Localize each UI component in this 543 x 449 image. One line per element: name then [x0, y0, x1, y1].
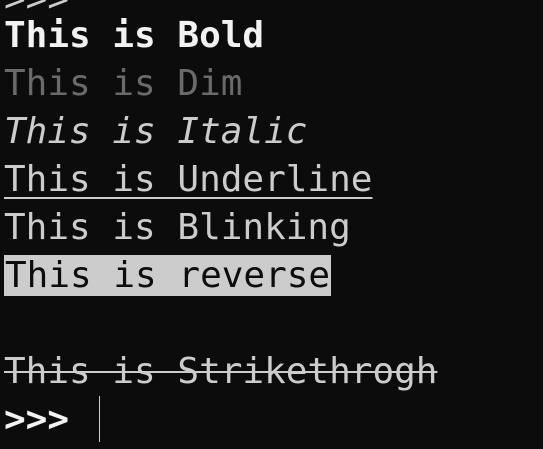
- underline-text-line: This is Underline: [4, 159, 373, 200]
- reverse-text-line: This is reverse: [4, 252, 332, 300]
- text-cursor[interactable]: [99, 396, 100, 442]
- italic-text-line: This is Italic: [4, 111, 308, 152]
- blinking-text-line: This is Blinking: [4, 207, 351, 248]
- strikethrough-text-line: This is Strikethrogh: [4, 351, 438, 392]
- reverse-text: This is reverse: [4, 255, 332, 296]
- bold-text-line: This is Bold: [4, 15, 265, 56]
- dim-text-line: This is Dim: [4, 63, 243, 104]
- terminal-window[interactable]: >>> This is Bold This is Dim This is Ita…: [0, 0, 543, 449]
- input-prompt: >>>: [4, 399, 91, 440]
